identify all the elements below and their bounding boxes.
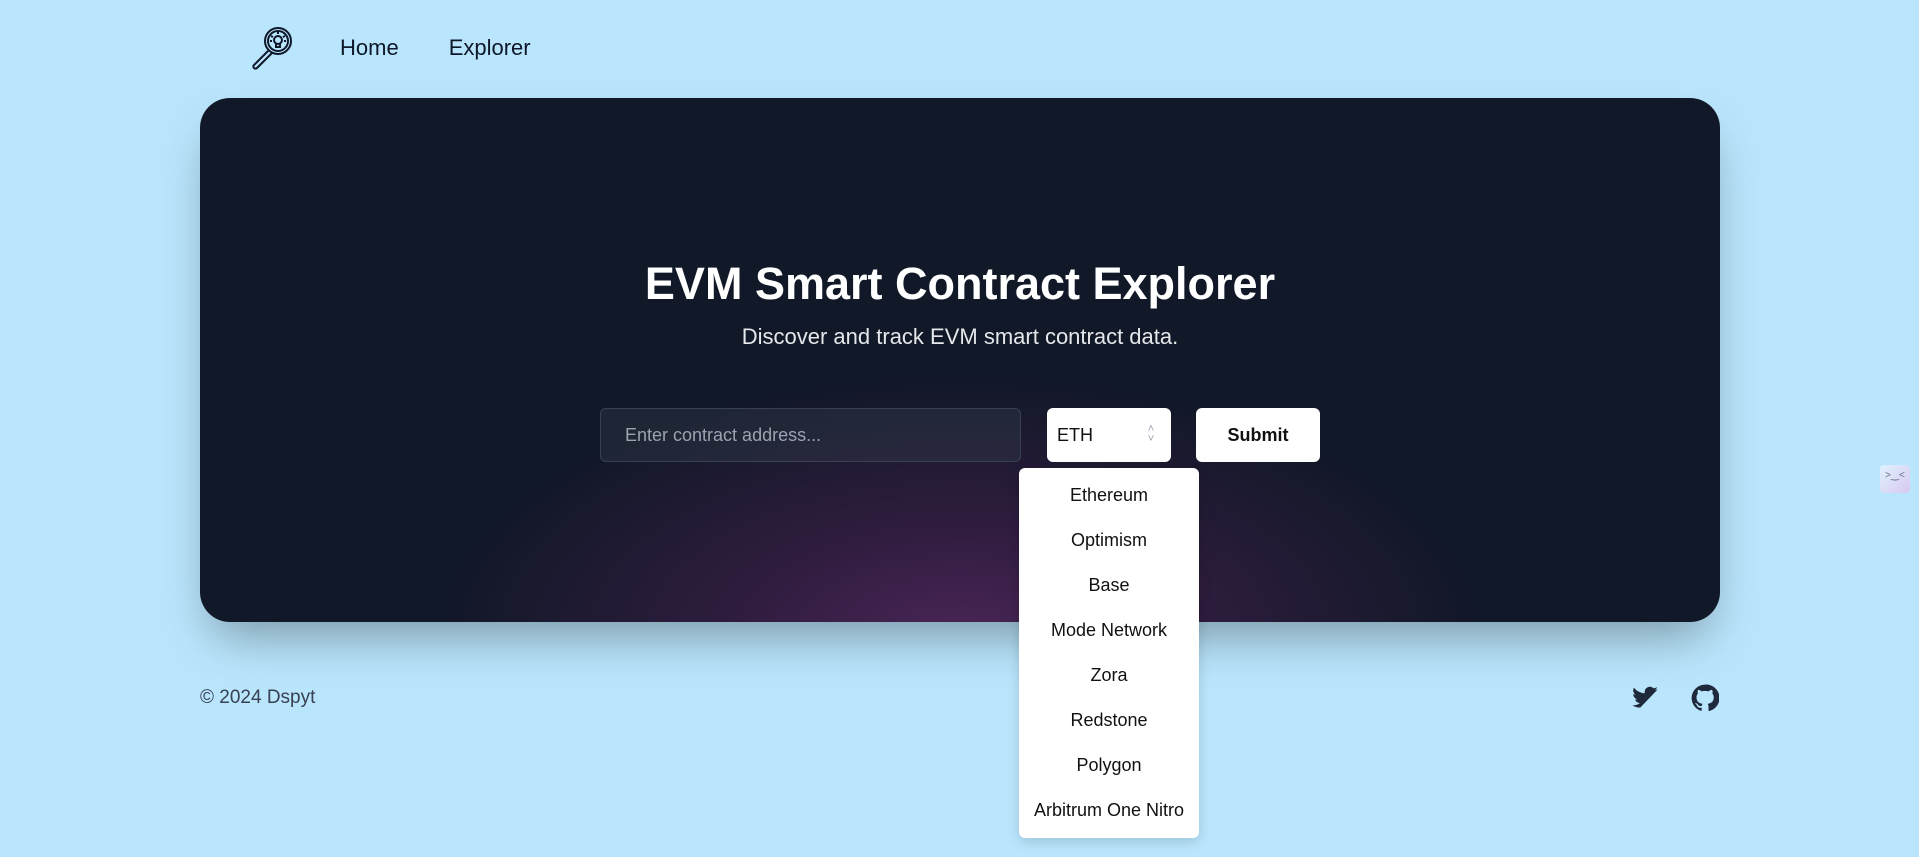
twitter-icon[interactable] xyxy=(1631,684,1659,712)
network-select[interactable]: ETH ˄ ˅ xyxy=(1047,408,1171,462)
contract-address-input[interactable]: Enter contract address... xyxy=(600,408,1021,462)
hero-card: EVM Smart Contract Explorer Discover and… xyxy=(200,98,1720,622)
logo-magnifier-lightbulb-icon[interactable] xyxy=(248,24,296,72)
network-option[interactable]: Base xyxy=(1019,563,1199,608)
page-title: EVM Smart Contract Explorer xyxy=(644,258,1276,309)
nav-home-link[interactable]: Home xyxy=(340,35,399,61)
github-icon[interactable] xyxy=(1691,684,1719,712)
nav-explorer-link[interactable]: Explorer xyxy=(449,35,531,61)
network-option[interactable]: Redstone xyxy=(1019,698,1199,743)
network-option[interactable]: Zora xyxy=(1019,653,1199,698)
network-option[interactable]: Mode Network xyxy=(1019,608,1199,653)
network-option[interactable]: Ethereum xyxy=(1019,473,1199,518)
network-option[interactable]: Polygon xyxy=(1019,743,1199,788)
network-select-value: ETH xyxy=(1057,425,1093,445)
page-subtitle: Discover and track EVM smart contract da… xyxy=(741,324,1179,349)
submit-button[interactable]: Submit xyxy=(1196,408,1320,462)
copyright: © 2024 Dspyt xyxy=(200,687,316,708)
chevron-up-down-icon: ˄ ˅ xyxy=(1147,423,1155,445)
network-dropdown: Ethereum Optimism Base Mode Network Zora… xyxy=(1019,468,1199,838)
network-option[interactable]: Arbitrum One Nitro xyxy=(1019,788,1199,833)
network-option[interactable]: Optimism xyxy=(1019,518,1199,563)
floating-assistant-widget[interactable]: >‿< xyxy=(1880,465,1910,493)
top-nav: Home Explorer xyxy=(248,22,581,74)
